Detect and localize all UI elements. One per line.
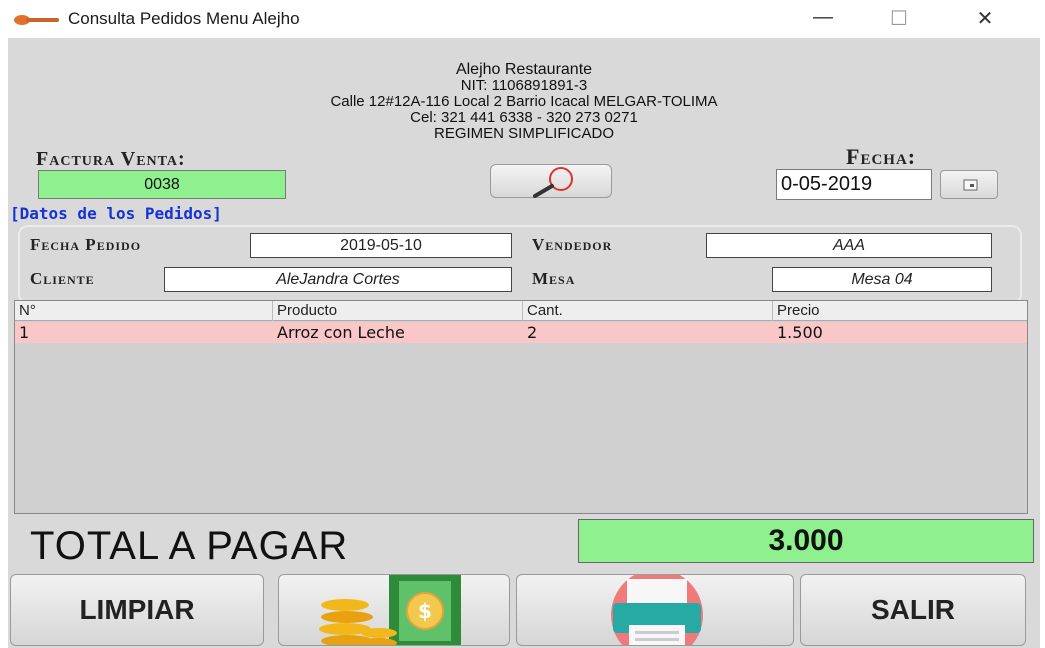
order-items-table[interactable]: N° Producto Cant. Precio 1 Arroz con Lec… (14, 300, 1028, 514)
main-window: Alejho Restaurante NIT: 1106891891-3 Cal… (8, 38, 1040, 648)
svg-text:$: $ (418, 599, 432, 623)
close-button[interactable]: ✕ (970, 6, 1000, 31)
maximize-button[interactable]: ☐ (884, 6, 914, 31)
print-button[interactable] (516, 574, 794, 646)
business-regime: REGIMEN SIMPLIFICADO (433, 125, 615, 142)
row-quantity: 2 (527, 323, 538, 342)
minimize-button[interactable]: — (808, 6, 838, 29)
window-title: Consulta Pedidos Menu Alejho (68, 9, 300, 28)
table-label: Mesa (532, 269, 576, 288)
client-label: Cliente (30, 269, 95, 288)
printer-icon (611, 575, 703, 645)
order-date-field[interactable]: 2019-05-10 (250, 233, 512, 258)
row-number: 1 (19, 323, 30, 342)
total-label: TOTAL A PAGAR (30, 524, 349, 568)
invoice-label: Factura Venta: (36, 148, 186, 170)
title-bar: Consulta Pedidos Menu Alejho — ☐ ✕ (0, 0, 1045, 38)
date-label: Fecha: (846, 144, 917, 169)
order-section-label: [Datos de los Pedidos] (10, 204, 222, 223)
business-name: Alejho Restaurante (455, 61, 593, 78)
seller-field[interactable]: AAA (706, 233, 992, 258)
table-header: N° Producto Cant. Precio (15, 301, 1027, 321)
column-header-product[interactable]: Producto (273, 301, 523, 321)
business-nit: NIT: 1106891891-3 (460, 77, 588, 94)
calendar-button[interactable] (940, 170, 998, 199)
table-field[interactable]: Mesa 04 (772, 267, 992, 292)
column-header-quantity[interactable]: Cant. (523, 301, 773, 321)
table-row[interactable]: 1 Arroz con Leche 2 1.500 (15, 322, 1027, 343)
coins-money-icon: $ (319, 575, 461, 645)
seller-label: Vendedor (532, 235, 613, 254)
calendar-icon (963, 179, 978, 191)
column-header-number[interactable]: N° (15, 301, 273, 321)
order-date-label: Fecha Pedido (30, 235, 142, 254)
order-details-group: Fecha Pedido 2019-05-10 Vendedor AAA Cli… (18, 225, 1022, 304)
exit-button[interactable]: SALIR (800, 574, 1026, 646)
row-price: 1.500 (777, 323, 823, 342)
total-value: 3.000 (578, 519, 1034, 563)
spoon-icon (14, 15, 59, 25)
invoice-number-field[interactable]: 0038 (38, 170, 286, 199)
pay-button[interactable]: $ (278, 574, 510, 646)
clear-button[interactable]: LIMPIAR (10, 574, 264, 646)
business-phone: Cel: 321 441 6338 - 320 273 0271 (410, 109, 638, 126)
client-field[interactable]: AleJandra Cortes (164, 267, 512, 292)
date-field[interactable]: 0-05-2019 (776, 169, 932, 200)
business-address: Calle 12#12A-116 Local 2 Barrio Icacal M… (330, 93, 718, 110)
magnifier-icon (533, 167, 573, 198)
search-button[interactable] (490, 164, 612, 198)
row-product: Arroz con Leche (277, 323, 405, 342)
column-header-price[interactable]: Precio (773, 301, 1029, 321)
